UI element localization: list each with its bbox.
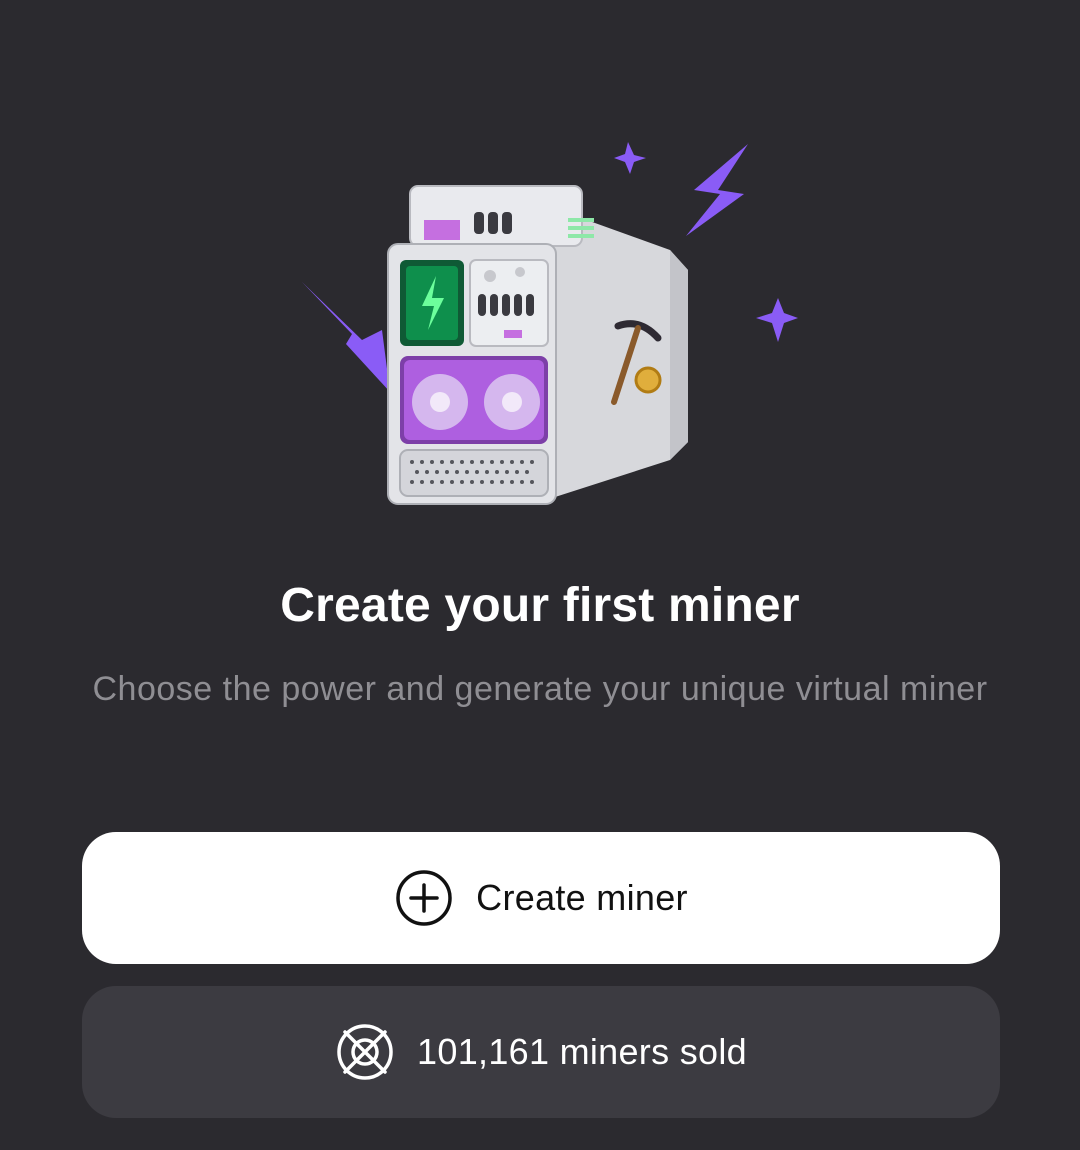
create-miner-button[interactable]: Create miner [82, 832, 1000, 964]
create-miner-label: Create miner [476, 877, 688, 918]
lightning-icon [686, 144, 748, 236]
miner-crossed-circle-icon [335, 1022, 395, 1082]
sparkle-icon [756, 298, 798, 342]
lightning-icon [302, 282, 390, 392]
plus-circle-icon [394, 868, 454, 928]
miners-sold-label: 101,161 miners sold [417, 1031, 747, 1072]
sparkle-icon [614, 142, 646, 174]
page-title: Create your first miner [280, 579, 800, 632]
miner-illustration [290, 130, 810, 530]
page-subtitle: Choose the power and generate your uniqu… [92, 670, 988, 708]
miners-sold-badge: 101,161 miners sold [82, 986, 1000, 1118]
